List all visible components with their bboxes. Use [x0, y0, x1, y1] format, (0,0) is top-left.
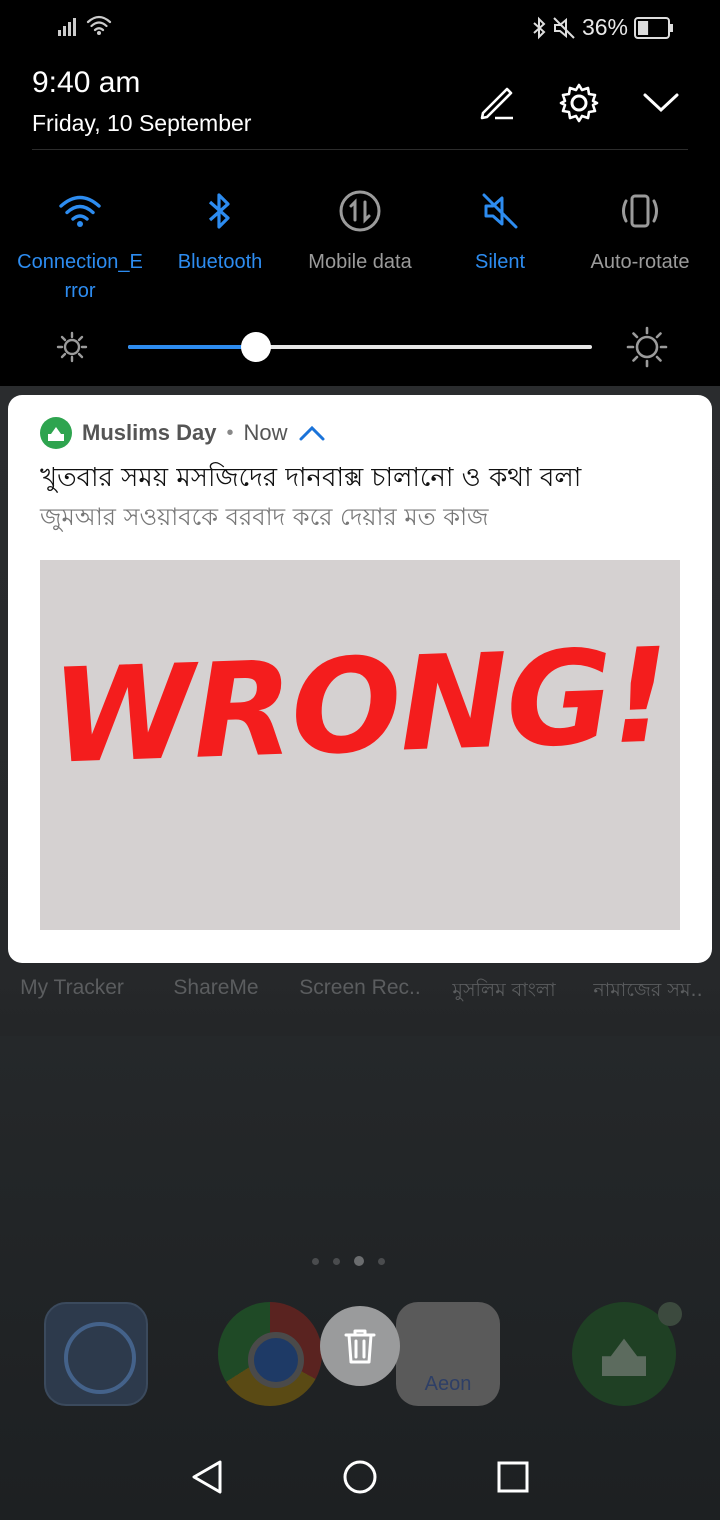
silent-icon [475, 186, 525, 236]
home-app-label[interactable]: Screen Rec.. [288, 976, 432, 1008]
mobile-data-icon [335, 186, 385, 236]
collapse-button[interactable] [638, 80, 684, 126]
tile-wifi[interactable]: Connection_Error [10, 186, 150, 306]
page-dot-active [354, 1256, 364, 1266]
clock: 9:40 am [32, 66, 141, 99]
collapse-chevron-icon[interactable] [298, 424, 326, 442]
quick-settings-actions [474, 80, 684, 126]
settings-app-icon[interactable] [44, 1302, 148, 1406]
separator: • [226, 421, 234, 444]
bluetooth-icon [195, 186, 245, 236]
page-indicator [312, 1256, 385, 1266]
date-label[interactable]: Friday, 10 September [32, 110, 251, 137]
brightness-slider-thumb[interactable] [240, 332, 271, 362]
tile-label: Auto-rotate [590, 251, 690, 273]
status-right: 36% [532, 14, 674, 41]
tile-label: Connection_Error [17, 251, 143, 302]
tile-label: Mobile data [308, 251, 412, 273]
trash-icon [344, 1329, 376, 1364]
bluetooth-icon [533, 16, 546, 39]
notification-time: Now [243, 420, 288, 445]
back-button[interactable] [177, 1447, 237, 1507]
edit-button[interactable] [474, 80, 520, 126]
battery-percent: 36% [581, 14, 628, 40]
page-dot [378, 1257, 385, 1265]
back-icon [192, 1460, 222, 1494]
tile-auto-rotate[interactable]: Auto-rotate [570, 186, 710, 306]
mute-icon [553, 16, 575, 39]
clear-notifications-button[interactable] [320, 1306, 400, 1386]
notification-body: জুমআর সওয়াবকে বরবাদ করে দেয়ার মত কাজ [40, 503, 489, 531]
app-name: Muslims Day [82, 420, 217, 445]
tile-mobile-data[interactable]: Mobile data [290, 186, 430, 306]
tile-label: Bluetooth [177, 251, 263, 273]
status-left [58, 14, 112, 36]
brightness-low-icon [56, 331, 88, 363]
home-icon [343, 1460, 377, 1494]
notification-header: Muslims Day • Now [40, 417, 326, 449]
settings-icon [559, 83, 599, 123]
home-button[interactable] [330, 1447, 390, 1507]
chrome-app-icon[interactable] [218, 1302, 322, 1406]
page-dot [333, 1257, 340, 1265]
notification-title: খুতবার সময় মসজিদের দানবাক্স চালানো ও কথ… [40, 463, 582, 493]
tile-bluetooth[interactable]: Bluetooth [150, 186, 290, 306]
home-app-label[interactable]: মুসলিম বাংলা [432, 976, 576, 1008]
home-app-label[interactable]: নামাজের সম.. [576, 976, 720, 1008]
quick-tiles: Connection_Error Bluetooth Mobile data S… [10, 186, 710, 306]
brightness-control [0, 326, 720, 368]
brightness-high-icon [626, 326, 668, 368]
wifi-icon [86, 15, 112, 35]
divider [32, 149, 688, 150]
wifi-icon [55, 186, 105, 236]
battery-icon [634, 16, 673, 39]
tile-silent[interactable]: Silent [430, 186, 570, 306]
navigation-bar [0, 1434, 720, 1520]
notification-card[interactable]: Muslims Day • Now খুতবার সময় মসজিদের দা… [8, 395, 712, 963]
quick-settings-panel: 9:40 am Friday, 10 September Connection_… [0, 56, 720, 386]
notification-image: WRONG! [40, 560, 680, 930]
page-dot [312, 1257, 319, 1265]
home-app-label[interactable]: ShareMe [144, 976, 288, 1008]
settings-button[interactable] [556, 80, 602, 126]
brightness-slider[interactable] [128, 332, 592, 362]
aeon-app-icon[interactable]: Aeon [396, 1302, 500, 1406]
aeon-app-label: Aeon [424, 1373, 472, 1395]
home-app-row: My Tracker ShareMe Screen Rec.. মুসলিম ব… [0, 976, 720, 1008]
brightness-slider-fill [128, 345, 256, 349]
mosque-app-icon [40, 417, 72, 449]
edit-icon [480, 87, 513, 120]
tile-label: Silent [474, 251, 526, 273]
status-bar: 36% [0, 0, 720, 56]
recents-button[interactable] [483, 1447, 543, 1507]
home-app-label[interactable]: My Tracker [0, 976, 144, 1008]
recents-icon [497, 1461, 529, 1493]
image-text: WRONG! [49, 619, 671, 793]
collapse-chevron-icon [643, 93, 679, 113]
auto-rotate-icon [615, 186, 665, 236]
signal-icon [58, 18, 76, 36]
notification-badge [658, 1302, 682, 1326]
